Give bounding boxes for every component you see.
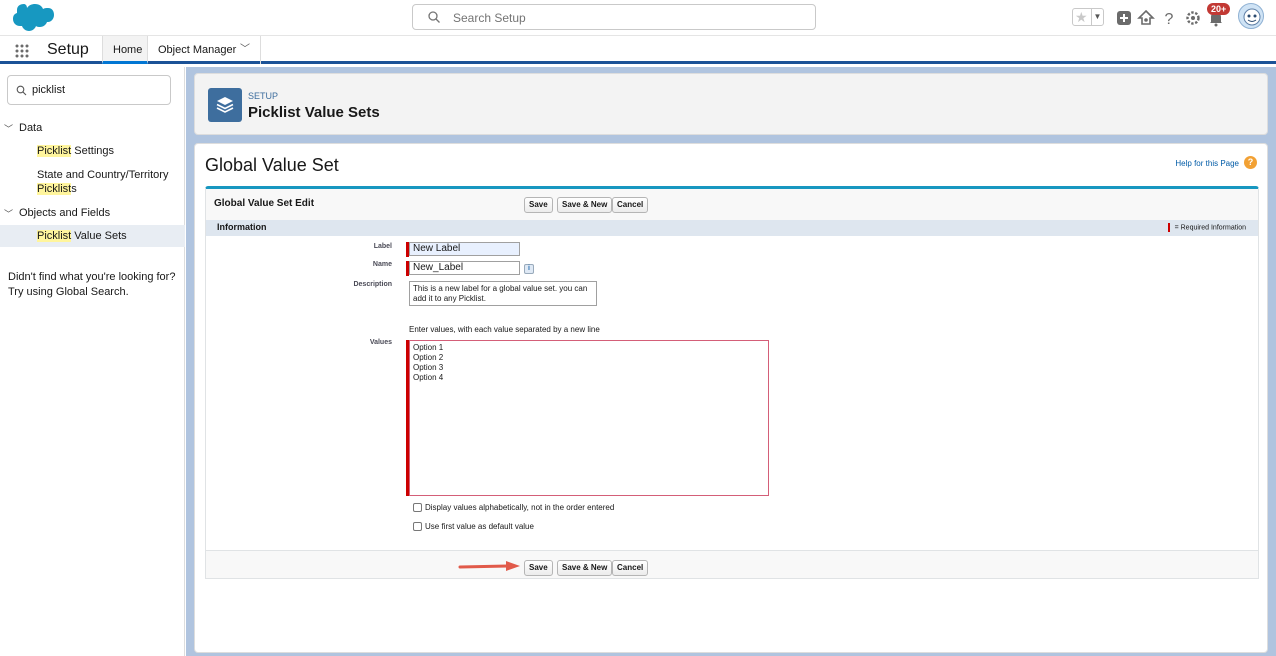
default-first-value-checkbox[interactable] (413, 522, 422, 531)
sidebar-item-label: Settings (71, 145, 115, 157)
sidebar-help-note: Didn't find what you're looking for? Try… (8, 270, 180, 300)
cancel-button-top[interactable]: Cancel (612, 197, 649, 213)
app-launcher-icon[interactable] (14, 43, 30, 59)
content-card: Global Value Set Help for this Page ? Gl… (194, 143, 1268, 653)
search-placeholder: Search Setup (453, 11, 526, 25)
values-hint: Enter values, with each value separated … (409, 325, 600, 334)
values-textarea[interactable]: Option 1 Option 2 Option 3 Option 4 (409, 340, 769, 496)
description-field-label: Description (353, 281, 392, 288)
sidebar-group-label: Data (19, 122, 43, 134)
label-field-label: Label (373, 243, 392, 250)
sidebar-item-state-country-picklists[interactable]: State and Country/Territory Picklists (0, 168, 185, 196)
chevron-down-icon: ﹀ (4, 209, 14, 219)
sidebar-group-objects-and-fields[interactable]: ﹀ Objects and Fields (0, 207, 185, 221)
footer-divider (206, 550, 1258, 551)
sort-alphabetically-checkbox[interactable] (413, 503, 422, 512)
required-legend: = Required Information (1167, 223, 1246, 232)
search-icon (428, 11, 440, 23)
tab-object-manager-label: Object Manager (158, 44, 237, 56)
quick-find-value: picklist (32, 84, 66, 96)
sidebar-item-label-suffix: s (71, 183, 77, 195)
gear-icon[interactable] (1183, 8, 1203, 28)
annotation-arrow-icon (458, 561, 520, 571)
required-marker: New_Label (406, 261, 520, 276)
info-icon[interactable]: i (524, 264, 534, 274)
sidebar-item-picklist-settings[interactable]: Picklist Settings (0, 144, 185, 158)
global-header: Search Setup ★ ▼ ? 20+ (0, 0, 1276, 36)
favorites-button[interactable]: ★ ▼ (1072, 8, 1104, 26)
search-highlight: Picklist (37, 145, 72, 157)
avatar[interactable] (1238, 3, 1264, 29)
add-icon[interactable] (1114, 8, 1134, 28)
notification-badge: 20+ (1207, 3, 1231, 15)
tab-object-manager[interactable]: Object Manager ﹀ (148, 36, 261, 64)
save-button-top[interactable]: Save (524, 197, 553, 213)
app-name: Setup (47, 41, 89, 58)
value-line: Option 4 (413, 373, 444, 382)
form-fields-area: Label New Label Name New_Label i Descrip… (206, 236, 1258, 550)
description-textarea[interactable]: This is a new label for a global value s… (409, 281, 597, 306)
search-highlight: Picklist (37, 230, 72, 242)
global-value-set-edit-block: Global Value Set Edit Save Save & New Ca… (205, 186, 1259, 579)
app-navigation-bar: Setup Home Object Manager ﹀ (0, 36, 1276, 64)
sidebar-item-picklist-value-sets[interactable]: Picklist Value Sets (0, 225, 185, 247)
block-title: Global Value Set Edit (214, 198, 315, 209)
quick-find-input[interactable]: picklist (7, 75, 171, 105)
chevron-down-icon[interactable]: ﹀ (240, 36, 250, 64)
sidebar-note-line: Didn't find what you're looking for? (8, 271, 176, 283)
setup-sidebar: picklist ﹀ Data Picklist Settings State … (0, 67, 185, 656)
required-legend-text: = Required Information (1174, 224, 1246, 232)
header-title: Picklist Value Sets (248, 104, 380, 121)
values-field-label: Values (369, 339, 392, 346)
tab-home-label: Home (113, 44, 143, 56)
picklist-stack-icon (208, 88, 242, 122)
help-question-icon[interactable]: ? (1244, 156, 1257, 169)
chevron-down-icon[interactable]: ▼ (1091, 9, 1103, 25)
value-line: Option 3 (413, 363, 444, 372)
trailhead-icon[interactable] (1136, 8, 1156, 28)
tab-home[interactable]: Home (102, 36, 148, 64)
chevron-down-icon: ﹀ (4, 124, 14, 134)
setup-search-box[interactable]: Search Setup (412, 4, 816, 30)
salesforce-cloud-logo[interactable] (8, 2, 54, 34)
cancel-button[interactable]: Cancel (612, 560, 649, 576)
user-avatar-icon (1243, 8, 1261, 26)
value-line: Option 1 (413, 343, 444, 352)
required-marker: Option 1 Option 2 Option 3 Option 4 (406, 340, 769, 496)
default-first-value-label: Use first value as default value (425, 522, 534, 531)
star-icon: ★ (1075, 9, 1088, 25)
sidebar-note-line: Try using Global Search. (8, 286, 129, 298)
page-title: Global Value Set (205, 155, 339, 175)
search-highlight: Picklist (37, 183, 72, 195)
required-marker: New Label (406, 242, 520, 257)
required-marker (1167, 223, 1170, 232)
sort-alphabetically-label: Display values alphabetically, not in th… (425, 503, 615, 512)
help-icon[interactable]: ? (1159, 8, 1179, 28)
save-and-new-button-top[interactable]: Save & New (557, 197, 613, 213)
section-title: Information (217, 222, 267, 232)
sidebar-item-label: Value Sets (71, 230, 127, 242)
page-header: SETUP Picklist Value Sets (194, 73, 1268, 135)
search-icon (16, 85, 27, 96)
help-for-this-page-link[interactable]: Help for this Page (1175, 159, 1239, 168)
sidebar-item-label: State and Country/Territory (37, 169, 169, 181)
sidebar-group-data[interactable]: ﹀ Data (0, 122, 185, 136)
name-input[interactable]: New_Label (409, 261, 520, 275)
header-breadcrumb: SETUP (248, 91, 279, 101)
section-information-header: Information = Required Information (206, 220, 1258, 236)
sidebar-group-label: Objects and Fields (19, 207, 111, 219)
value-line: Option 2 (413, 353, 444, 362)
name-field-label: Name (372, 261, 392, 268)
save-button[interactable]: Save (524, 560, 553, 576)
save-and-new-button[interactable]: Save & New (557, 560, 613, 576)
svg-text:?: ? (1165, 11, 1174, 28)
label-input[interactable]: New Label (409, 242, 520, 256)
